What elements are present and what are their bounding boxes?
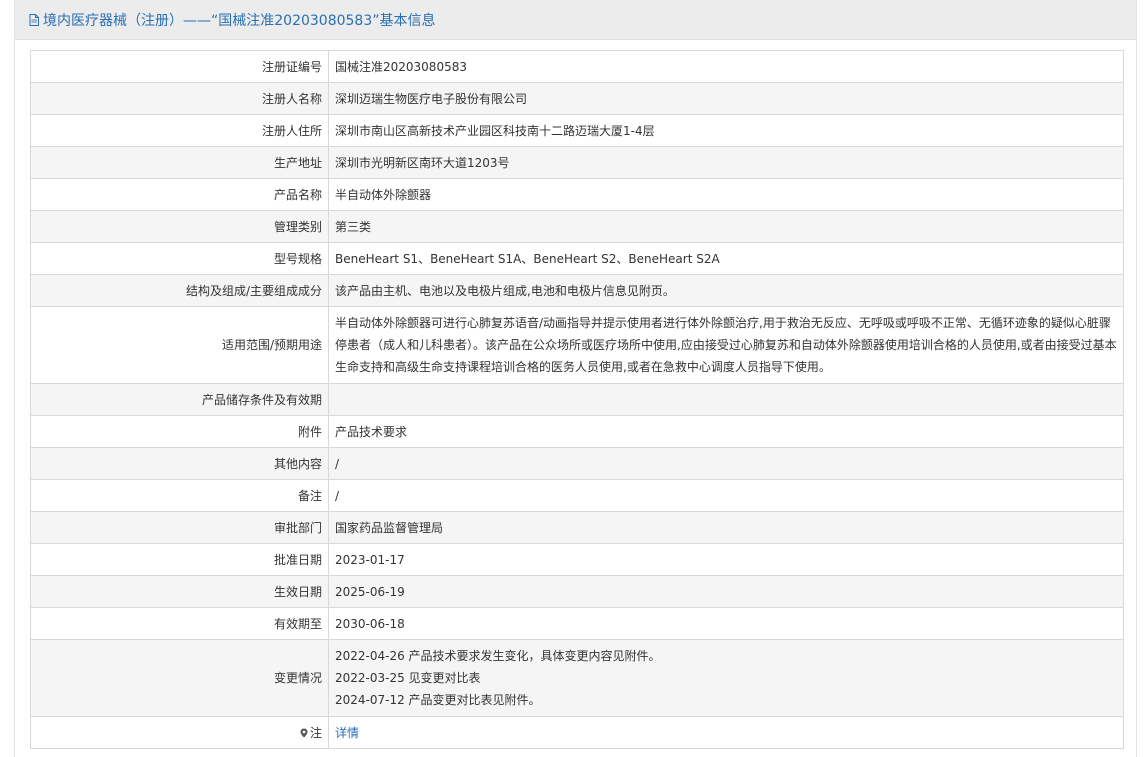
table-row: 变更情况 2022-04-26 产品技术要求发生变化，具体变更内容见附件。 20… (30, 639, 1124, 717)
table-row: 管理类别 第三类 (30, 210, 1124, 243)
row-label-registrant: 注册人名称 (30, 82, 329, 115)
detail-panel: 境内医疗器械（注册）——“国械注准20203080583”基本信息 注册证编号 … (14, 0, 1137, 757)
row-label-scope: 适用范围/预期用途 (30, 306, 329, 384)
row-value-note: 详情 (328, 716, 1124, 749)
pin-icon (300, 728, 308, 737)
panel-header: 境内医疗器械（注册）——“国械注准20203080583”基本信息 (15, 0, 1136, 40)
row-label-approver: 审批部门 (30, 511, 329, 544)
change-item: 2022-04-26 产品技术要求发生变化，具体变更内容见附件。 (335, 649, 661, 663)
row-label-remark: 备注 (30, 479, 329, 512)
row-label-approval-date: 批准日期 (30, 543, 329, 576)
table-row: 注册人住所 深圳市南山区高新技术产业园区科技南十二路迈瑞大厦1-4层 (30, 114, 1124, 147)
table-row: 注册人名称 深圳迈瑞生物医疗电子股份有限公司 (30, 82, 1124, 115)
row-label-other: 其他内容 (30, 447, 329, 480)
details-link[interactable]: 详情 (335, 726, 359, 740)
row-value-registrant: 深圳迈瑞生物医疗电子股份有限公司 (328, 82, 1124, 115)
row-value-production-addr: 深圳市光明新区南环大道1203号 (328, 146, 1124, 179)
page-title: 境内医疗器械（注册）——“国械注准20203080583”基本信息 (43, 12, 436, 29)
row-label-model-spec: 型号规格 (30, 242, 329, 275)
row-value-expiry-date: 2030-06-18 (328, 607, 1124, 640)
table-row: 产品名称 半自动体外除颤器 (30, 178, 1124, 211)
row-label-attachment: 附件 (30, 415, 329, 448)
row-label-mgmt-class: 管理类别 (30, 210, 329, 243)
table-row: 生产地址 深圳市光明新区南环大道1203号 (30, 146, 1124, 179)
detail-table: 注册证编号 国械注准20203080583 注册人名称 深圳迈瑞生物医疗电子股份… (30, 50, 1124, 749)
row-value-scope: 半自动体外除颤器可进行心肺复苏语音/动画指导并提示使用者进行体外除颤治疗,用于救… (328, 306, 1124, 384)
row-label-product-name: 产品名称 (30, 178, 329, 211)
note-label-text: 注 (309, 725, 322, 740)
row-value-storage (328, 383, 1124, 416)
row-label-effective-date: 生效日期 (30, 575, 329, 608)
table-row: 适用范围/预期用途 半自动体外除颤器可进行心肺复苏语音/动画指导并提示使用者进行… (30, 306, 1124, 384)
row-label-changes: 变更情况 (30, 639, 329, 717)
row-value-remark: / (328, 479, 1124, 512)
row-value-approval-date: 2023-01-17 (328, 543, 1124, 576)
table-row: 其他内容 / (30, 447, 1124, 480)
row-value-registrant-addr: 深圳市南山区高新技术产业园区科技南十二路迈瑞大厦1-4层 (328, 114, 1124, 147)
row-value-effective-date: 2025-06-19 (328, 575, 1124, 608)
table-row: 注册证编号 国械注准20203080583 (30, 50, 1124, 83)
row-value-model-spec: BeneHeart S1、BeneHeart S1A、BeneHeart S2、… (328, 242, 1124, 275)
row-label-storage: 产品储存条件及有效期 (30, 383, 329, 416)
table-row: 结构及组成/主要组成成分 该产品由主机、电池以及电极片组成,电池和电极片信息见附… (30, 274, 1124, 307)
row-label-production-addr: 生产地址 (30, 146, 329, 179)
table-row: 产品储存条件及有效期 (30, 383, 1124, 416)
table-row: 注 详情 (30, 716, 1124, 749)
table-row: 备注 / (30, 479, 1124, 512)
change-item: 2022-03-25 见变更对比表 (335, 671, 481, 685)
change-item: 2024-07-12 产品变更对比表见附件。 (335, 693, 541, 707)
row-value-changes: 2022-04-26 产品技术要求发生变化，具体变更内容见附件。 2022-03… (328, 639, 1124, 717)
document-icon (29, 13, 39, 26)
row-value-attachment: 产品技术要求 (328, 415, 1124, 448)
row-value-product-name: 半自动体外除颤器 (328, 178, 1124, 211)
row-value-reg-no: 国械注准20203080583 (328, 50, 1124, 83)
table-row: 型号规格 BeneHeart S1、BeneHeart S1A、BeneHear… (30, 242, 1124, 275)
table-row: 生效日期 2025-06-19 (30, 575, 1124, 608)
row-label-expiry-date: 有效期至 (30, 607, 329, 640)
row-value-other: / (328, 447, 1124, 480)
row-label-note: 注 (30, 716, 329, 749)
row-label-registrant-addr: 注册人住所 (30, 114, 329, 147)
table-row: 有效期至 2030-06-18 (30, 607, 1124, 640)
table-row: 审批部门 国家药品监督管理局 (30, 511, 1124, 544)
row-label-structure: 结构及组成/主要组成成分 (30, 274, 329, 307)
table-row: 批准日期 2023-01-17 (30, 543, 1124, 576)
row-label-reg-no: 注册证编号 (30, 50, 329, 83)
row-value-mgmt-class: 第三类 (328, 210, 1124, 243)
row-value-structure: 该产品由主机、电池以及电极片组成,电池和电极片信息见附页。 (328, 274, 1124, 307)
table-row: 附件 产品技术要求 (30, 415, 1124, 448)
row-value-approver: 国家药品监督管理局 (328, 511, 1124, 544)
